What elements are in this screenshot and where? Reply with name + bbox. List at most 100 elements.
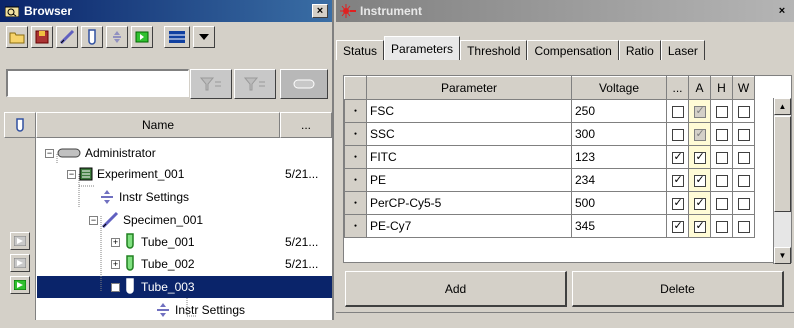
h-checkbox[interactable] bbox=[715, 197, 728, 210]
row-indicator-icon[interactable]: ● bbox=[344, 214, 367, 238]
parameter-cell[interactable]: SSC bbox=[366, 122, 572, 146]
view-grid-button[interactable] bbox=[164, 26, 190, 48]
collapse-icon[interactable]: − bbox=[67, 169, 76, 179]
log-checkbox[interactable] bbox=[671, 128, 684, 141]
name-column-header[interactable]: Name bbox=[36, 112, 280, 138]
w-checkbox[interactable] bbox=[737, 151, 750, 164]
row-indicator-icon[interactable]: ● bbox=[344, 99, 367, 123]
w-column-header[interactable]: W bbox=[732, 76, 755, 100]
row-indicator-icon[interactable]: ● bbox=[344, 168, 367, 192]
log-checkbox[interactable]: ✓ bbox=[671, 151, 684, 164]
tree-node-administrator[interactable]: − Administrator bbox=[45, 143, 156, 163]
voltage-cell[interactable]: 500 bbox=[571, 191, 667, 215]
w-checkbox[interactable] bbox=[737, 105, 750, 118]
filter-input[interactable] bbox=[6, 69, 189, 97]
log-checkbox[interactable]: ✓ bbox=[671, 220, 684, 233]
view-dropdown-button[interactable] bbox=[193, 26, 215, 48]
tree-node-tube-001[interactable]: + Tube_001 bbox=[111, 232, 195, 252]
collapse-icon[interactable]: − bbox=[45, 148, 54, 158]
voltage-column-header[interactable]: Voltage bbox=[571, 76, 667, 100]
new-tube-button[interactable] bbox=[81, 26, 103, 48]
delete-button[interactable]: Delete bbox=[572, 271, 784, 307]
filter-button-2[interactable] bbox=[234, 69, 276, 99]
tab-laser[interactable]: Laser bbox=[660, 40, 705, 60]
row-indicator-icon[interactable]: ● bbox=[344, 191, 367, 215]
h-checkbox[interactable] bbox=[715, 105, 728, 118]
voltage-cell[interactable]: 250 bbox=[571, 99, 667, 123]
tree-node-experiment-001[interactable]: − Experiment_001 bbox=[67, 164, 184, 184]
row-button-tube-002[interactable] bbox=[10, 254, 30, 272]
tab-ratio[interactable]: Ratio bbox=[618, 40, 661, 60]
browser-titlebar[interactable]: Browser × bbox=[0, 0, 332, 22]
new-folder-button[interactable] bbox=[6, 26, 28, 48]
h-column-header[interactable]: H bbox=[710, 76, 733, 100]
table-scrollbar[interactable]: ▲ ▼ bbox=[773, 98, 791, 264]
new-experiment-button[interactable] bbox=[31, 26, 53, 48]
w-checkbox[interactable] bbox=[737, 128, 750, 141]
instr-settings-button[interactable] bbox=[106, 26, 128, 48]
a-checkbox[interactable]: ✓ bbox=[693, 197, 706, 210]
new-specimen-button[interactable] bbox=[56, 26, 78, 48]
tree-node-instr-settings[interactable]: Instr Settings bbox=[99, 187, 189, 207]
tab-status[interactable]: Status bbox=[336, 40, 385, 60]
instrument-titlebar[interactable]: Instrument × bbox=[336, 0, 794, 22]
parameter-cell[interactable]: PE bbox=[366, 168, 572, 192]
tab-compensation[interactable]: Compensation bbox=[527, 40, 619, 60]
h-checkbox[interactable] bbox=[715, 128, 728, 141]
scroll-up-icon[interactable]: ▲ bbox=[774, 98, 791, 115]
a-column-header[interactable]: A bbox=[688, 76, 711, 100]
parameter-cell[interactable]: PerCP-Cy5-5 bbox=[366, 191, 572, 215]
voltage-cell[interactable]: 123 bbox=[571, 145, 667, 169]
tab-parameters[interactable]: Parameters bbox=[384, 36, 461, 60]
log-checkbox[interactable] bbox=[671, 105, 684, 118]
row-button-tube-003[interactable] bbox=[10, 276, 30, 294]
voltage-cell[interactable]: 345 bbox=[571, 214, 667, 238]
w-checkbox[interactable] bbox=[737, 220, 750, 233]
voltage-cell[interactable]: 300 bbox=[571, 122, 667, 146]
acquire-button[interactable] bbox=[131, 26, 153, 48]
collapse-icon[interactable]: − bbox=[89, 215, 98, 225]
tree-node-tube-002[interactable]: + Tube_002 bbox=[111, 254, 195, 274]
filter-button-1[interactable] bbox=[190, 69, 232, 99]
tree-node-tube-003-instr-settings[interactable]: Instr Settings bbox=[155, 300, 245, 320]
row-button-tube-001[interactable] bbox=[10, 232, 30, 250]
table-row[interactable]: ● PerCP-Cy5-5 500 ✓ ✓ bbox=[344, 191, 755, 215]
clear-filter-button[interactable] bbox=[280, 69, 328, 99]
table-row[interactable]: ● PE-Cy7 345 ✓ ✓ bbox=[344, 214, 755, 238]
voltage-cell[interactable]: 234 bbox=[571, 168, 667, 192]
row-indicator-icon[interactable]: ● bbox=[344, 145, 367, 169]
tube-column-header[interactable] bbox=[4, 112, 36, 138]
tab-threshold[interactable]: Threshold bbox=[460, 40, 528, 60]
table-row[interactable]: ● SSC 300 ✓ bbox=[344, 122, 755, 146]
table-row[interactable]: ● PE 234 ✓ ✓ bbox=[344, 168, 755, 192]
log-checkbox[interactable]: ✓ bbox=[671, 197, 684, 210]
instrument-close-button[interactable]: × bbox=[774, 4, 790, 18]
scroll-down-icon[interactable]: ▼ bbox=[774, 247, 791, 264]
a-checkbox[interactable]: ✓ bbox=[693, 128, 706, 141]
collapse-icon[interactable]: − bbox=[111, 282, 120, 292]
w-checkbox[interactable] bbox=[737, 197, 750, 210]
parameter-cell[interactable]: PE-Cy7 bbox=[366, 214, 572, 238]
add-button[interactable]: Add bbox=[345, 271, 567, 307]
row-indicator-icon[interactable]: ● bbox=[344, 122, 367, 146]
h-checkbox[interactable] bbox=[715, 151, 728, 164]
a-checkbox[interactable]: ✓ bbox=[693, 174, 706, 187]
browser-close-button[interactable]: × bbox=[312, 4, 328, 18]
parameter-cell[interactable]: FITC bbox=[366, 145, 572, 169]
w-checkbox[interactable] bbox=[737, 174, 750, 187]
table-row[interactable]: ● FITC 123 ✓ ✓ bbox=[344, 145, 755, 169]
tree-node-tube-003[interactable]: − Tube_003 bbox=[111, 277, 195, 297]
a-checkbox[interactable]: ✓ bbox=[693, 220, 706, 233]
expand-icon[interactable]: + bbox=[111, 237, 120, 247]
tree-node-specimen-001[interactable]: − Specimen_001 bbox=[89, 210, 203, 230]
a-checkbox[interactable]: ✓ bbox=[693, 151, 706, 164]
parameter-column-header[interactable]: Parameter bbox=[366, 76, 572, 100]
table-row[interactable]: ● FSC 250 ✓ bbox=[344, 99, 755, 123]
h-checkbox[interactable] bbox=[715, 220, 728, 233]
scroll-thumb[interactable] bbox=[774, 116, 791, 212]
a-checkbox[interactable]: ✓ bbox=[693, 105, 706, 118]
parameter-cell[interactable]: FSC bbox=[366, 99, 572, 123]
log-checkbox[interactable]: ✓ bbox=[671, 174, 684, 187]
h-checkbox[interactable] bbox=[715, 174, 728, 187]
more-column-header[interactable]: ... bbox=[280, 112, 332, 138]
